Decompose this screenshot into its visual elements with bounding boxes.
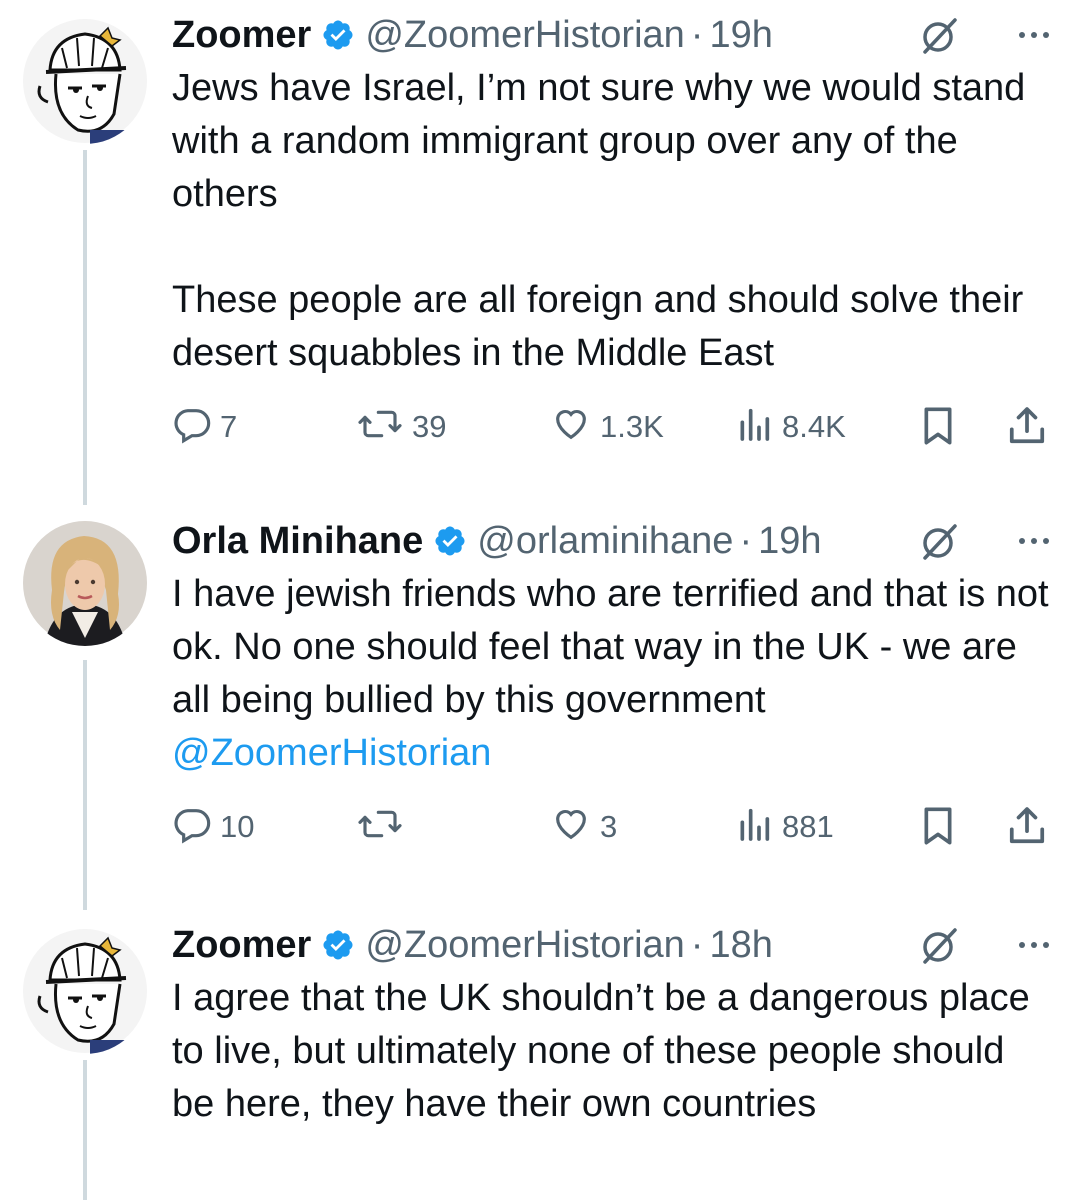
repost-icon [356,804,404,849]
views-icon [734,404,774,449]
tweet-2[interactable]: Orla Minihane @orlaminihane · 19h I have… [0,510,1081,890]
bookmark-button[interactable] [918,404,958,453]
separator-dot: · [739,519,753,562]
tweet-3[interactable]: Zoomer @ZoomerHistorian · 18h I agree th… [0,920,1081,1200]
like-icon [550,404,592,449]
like-count: 3 [600,808,618,844]
share-icon [1006,804,1048,853]
avatar-orla[interactable] [22,520,148,646]
like-button[interactable]: 3 [550,804,617,849]
author-handle[interactable]: @ZoomerHistorian [365,14,684,57]
reply-button[interactable]: 10 [172,804,254,849]
verified-badge-icon [433,524,467,558]
author-name[interactable]: Zoomer [172,14,311,57]
tweet-text: I have jewish friends who are terrified … [172,573,1060,774]
views-icon [734,804,774,849]
reply-icon [172,404,212,449]
author-handle[interactable]: @ZoomerHistorian [365,924,684,967]
reply-count: 10 [220,808,255,844]
repost-icon [356,404,404,449]
author-name[interactable]: Zoomer [172,924,311,967]
tweet-header: Zoomer @ZoomerHistorian · 18h [172,920,1051,970]
more-icon[interactable] [1019,32,1049,38]
views-count: 8.4K [782,408,846,444]
repost-button[interactable] [356,804,412,849]
repost-button[interactable]: 39 [356,404,446,449]
repost-count: 39 [412,408,447,444]
action-bar: 7 39 1.3K 8.4K [0,404,1081,454]
timestamp[interactable]: 19h [758,520,821,563]
verified-badge-icon [321,18,355,52]
views-button[interactable]: 881 [734,804,834,849]
timestamp[interactable]: 18h [709,924,772,967]
views-count: 881 [782,808,834,844]
reply-count: 7 [220,408,238,444]
author-handle[interactable]: @orlaminihane [477,520,733,563]
bookmark-button[interactable] [918,804,958,853]
grok-icon[interactable] [917,924,961,973]
timestamp[interactable]: 19h [709,14,772,57]
like-count: 1.3K [600,408,664,444]
views-button[interactable]: 8.4K [734,404,846,449]
like-icon [550,804,592,849]
avatar-zoomer[interactable] [22,18,148,144]
mention-link[interactable]: @ZoomerHistorian [172,732,491,774]
reply-button[interactable]: 7 [172,404,237,449]
tweet-header: Orla Minihane @orlaminihane · 19h [172,516,1051,566]
reply-icon [172,804,212,849]
tweet-header: Zoomer @ZoomerHistorian · 19h [172,10,1051,60]
like-button[interactable]: 1.3K [550,404,664,449]
avatar-zoomer[interactable] [22,928,148,1054]
grok-icon[interactable] [917,520,961,569]
separator-dot: · [690,923,704,966]
tweet-1[interactable]: Zoomer @ZoomerHistorian · 19h Jews have … [0,0,1081,480]
share-button[interactable] [1006,804,1048,853]
grok-icon[interactable] [917,14,961,63]
separator-dot: · [690,13,704,56]
bookmark-icon [918,404,958,453]
bookmark-icon [918,804,958,853]
share-icon [1006,404,1048,453]
tweet-text: I agree that the UK shouldn’t be a dange… [172,977,1041,1125]
author-name[interactable]: Orla Minihane [172,520,423,563]
tweet-text: Jews have Israel, I’m not sure why we wo… [172,67,1026,374]
verified-badge-icon [321,928,355,962]
more-icon[interactable] [1019,538,1049,544]
share-button[interactable] [1006,404,1048,453]
action-bar: 10 3 881 [0,804,1081,854]
more-icon[interactable] [1019,942,1049,948]
